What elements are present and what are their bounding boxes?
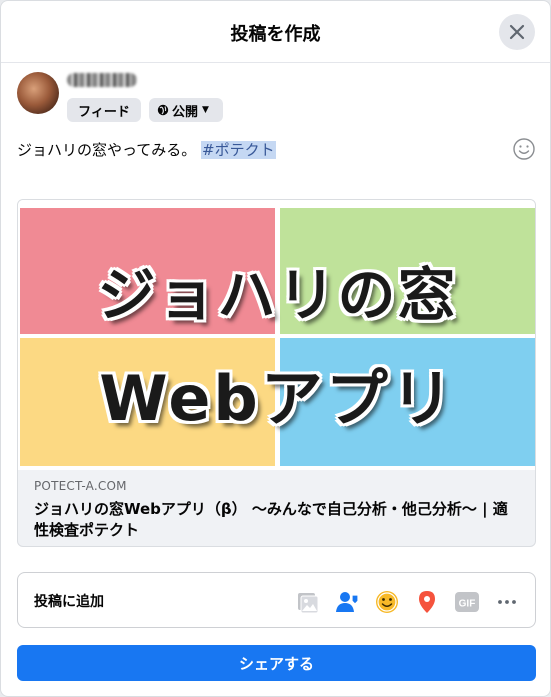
dialog-title: 投稿を作成 (230, 24, 321, 45)
link-preview-card[interactable]: ジョハリの窓 Webアプリ POTECT-A.COM ジョハリの窓Webアプリ（… (17, 199, 536, 547)
close-button[interactable] (499, 14, 535, 50)
tag-people-button[interactable] (334, 589, 360, 615)
globe-icon (157, 104, 169, 116)
audience-selector[interactable]: フィード (67, 98, 141, 122)
smiley-icon (513, 138, 535, 160)
dialog-header: 投稿を作成 (1, 1, 550, 63)
gif-button[interactable]: GIF (454, 589, 480, 615)
privacy-label: 公開 (172, 104, 199, 120)
feeling-button[interactable] (374, 589, 400, 615)
avatar[interactable] (17, 72, 59, 114)
caret-down-icon: ▼ (202, 105, 209, 115)
check-in-icon (419, 591, 435, 613)
photo-video-button[interactable] (294, 589, 320, 615)
gif-icon: GIF (455, 592, 479, 612)
add-to-post-bar: 投稿に追加 GIF (17, 572, 536, 628)
link-preview-image: ジョハリの窓 Webアプリ (18, 200, 535, 470)
audience-label: フィード (78, 104, 130, 120)
more-icon (498, 600, 516, 604)
create-post-dialog: 投稿を作成 フィード 公開 ▼ ジョハリの窓やってみる。 #ポテクト ジョハリの… (0, 0, 551, 697)
feeling-icon (376, 591, 398, 613)
privacy-selector[interactable]: 公開 ▼ (149, 98, 223, 122)
post-text-input[interactable]: ジョハリの窓やってみる。 #ポテクト (17, 139, 276, 160)
post-text: ジョハリの窓やってみる。 (17, 141, 197, 159)
emoji-button[interactable] (512, 137, 536, 161)
share-button[interactable]: シェアする (17, 645, 536, 681)
link-preview-meta: POTECT-A.COM ジョハリの窓Webアプリ（β） 〜みんなで自己分析・他… (18, 470, 535, 546)
check-in-button[interactable] (414, 589, 440, 615)
tag-people-icon (336, 592, 359, 612)
image-text-line2: Webアプリ (99, 362, 456, 435)
add-to-post-label: 投稿に追加 (34, 594, 104, 610)
link-domain: POTECT-A.COM (34, 479, 127, 493)
close-icon (509, 24, 525, 40)
link-title: ジョハリの窓Webアプリ（β） 〜みんなで自己分析・他己分析〜 | 適性検査ポテ… (34, 500, 508, 539)
photo-video-icon (298, 593, 319, 614)
svg-text:GIF: GIF (459, 599, 476, 610)
hashtag: #ポテクト (201, 141, 276, 159)
image-text-line1: ジョハリの窓 (97, 261, 458, 329)
user-name-blurred (67, 73, 137, 87)
more-options-button[interactable] (494, 589, 520, 615)
